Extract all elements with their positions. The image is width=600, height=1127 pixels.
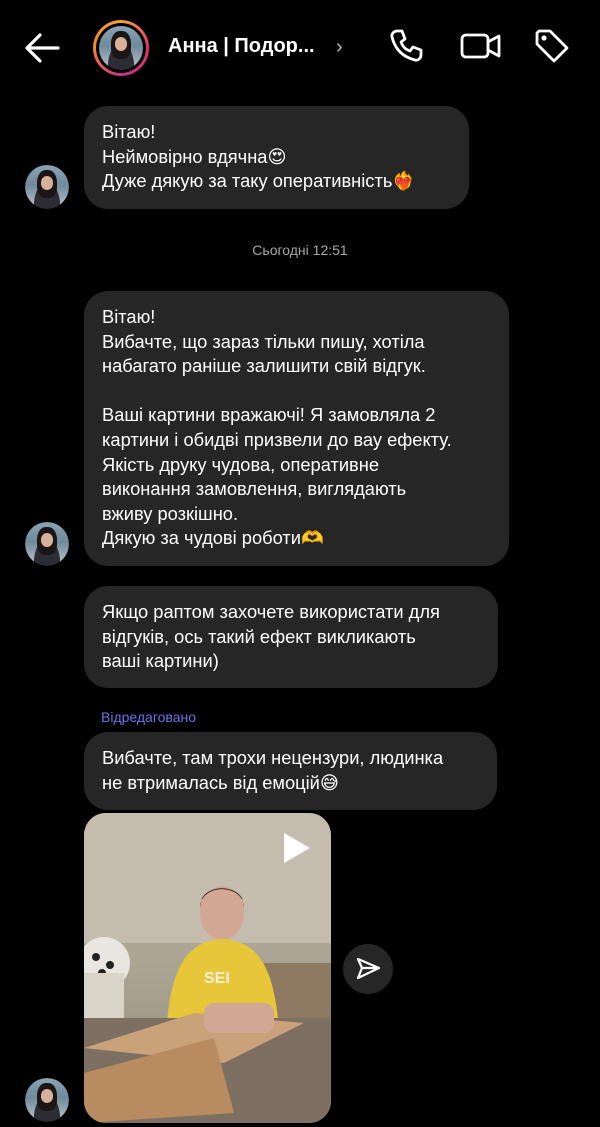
contact-name[interactable]: Анна | Подор... [168,35,315,58]
tag-icon[interactable] [533,27,571,65]
sender-avatar[interactable] [25,165,69,209]
message-bubble[interactable]: Вибачте, там трохи нецензури, людинка не… [84,732,497,810]
message-bubble[interactable]: Вітаю! Вибачте, що зараз тільки пишу, хо… [84,291,509,566]
share-button[interactable] [343,944,393,994]
play-icon[interactable] [280,831,312,865]
video-message[interactable]: SEI [84,813,331,1123]
phone-icon[interactable] [387,27,425,65]
chat-header: Анна | Подор... › [0,0,600,96]
edited-label: Відредаговано [101,709,197,725]
message-bubble[interactable]: Якщо раптом захочете використати для від… [84,586,498,688]
svg-text:SEI: SEI [204,970,230,987]
back-arrow-icon[interactable] [20,28,64,68]
send-icon [356,957,381,980]
chevron-right-icon[interactable]: › [336,36,343,59]
sender-avatar[interactable] [25,522,69,566]
video-camera-icon[interactable] [459,27,503,65]
contact-avatar[interactable] [93,20,149,76]
message-timestamp: Сьогодні 12:51 [252,242,348,258]
message-bubble[interactable]: Вітаю! Неймовірно вдячна😍 Дуже дякую за … [84,106,469,209]
sender-avatar[interactable] [25,1078,69,1122]
